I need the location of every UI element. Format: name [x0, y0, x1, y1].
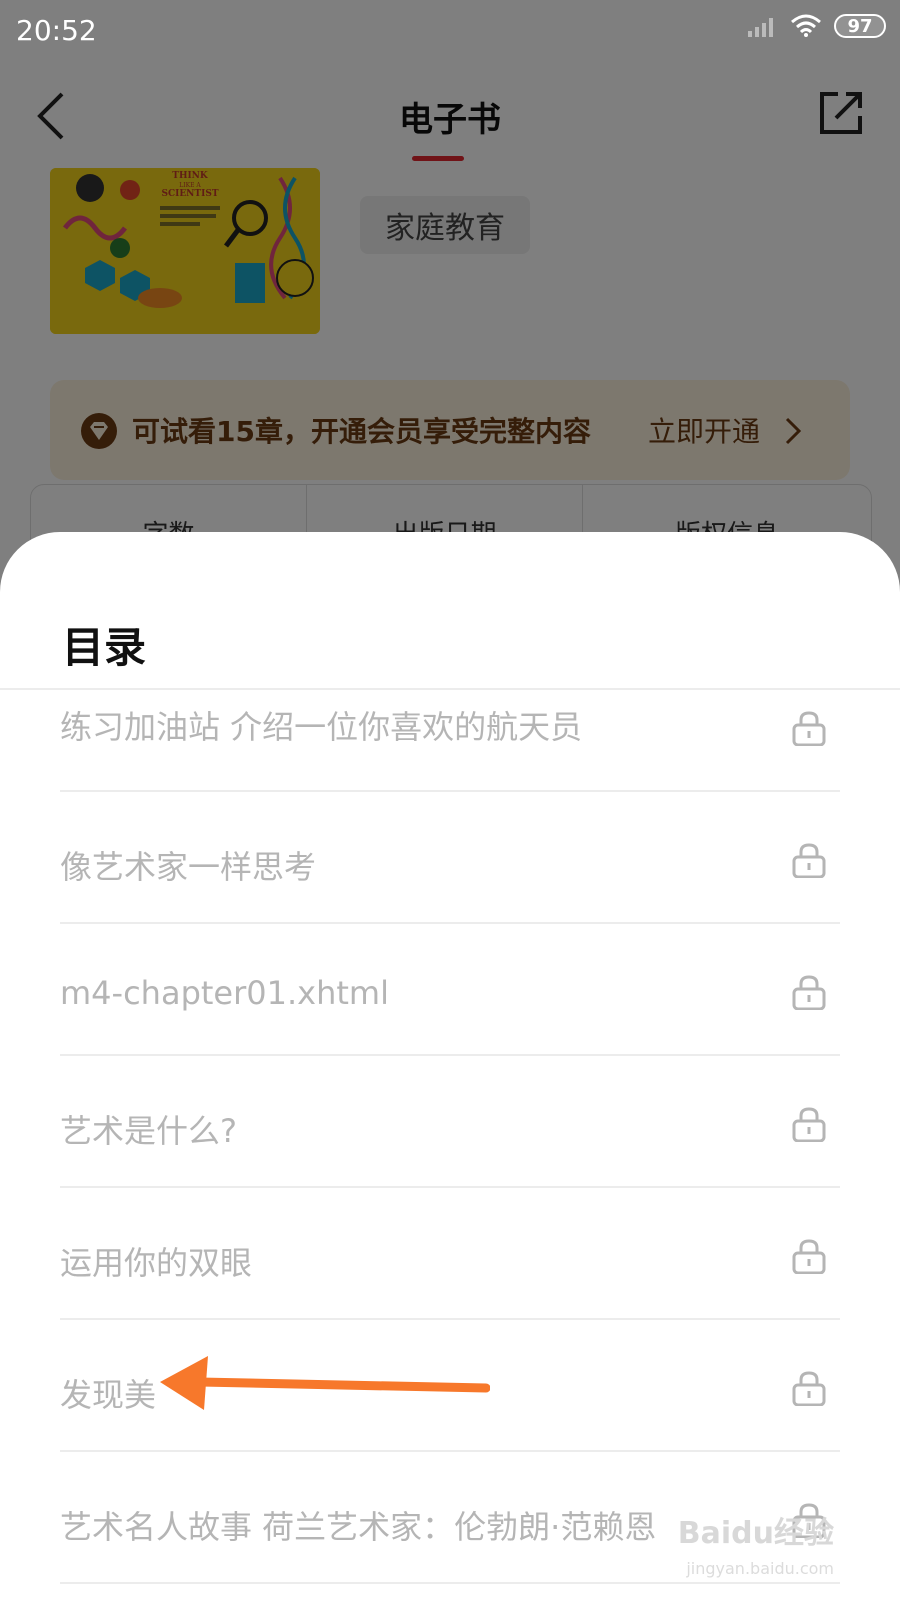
toc-item-label: 艺术是什么? [60, 1112, 237, 1150]
lock-icon [792, 1106, 826, 1143]
toc-sheet: 目录 练习加油站 介绍一位你喜欢的航天员 像艺术家一样思考 m4-chapter01… [0, 532, 900, 1600]
wifi-icon [791, 14, 821, 37]
watermark-logo: Baidu经验 [677, 1516, 834, 1551]
toc-item-label: 练习加油站 介绍一位你喜欢的航天员 [60, 708, 583, 746]
toc-item[interactable]: m4-chapter01.xhtml [60, 924, 840, 1056]
lock-icon [792, 974, 826, 1011]
lock-icon [792, 842, 826, 879]
toc-title: 目录 [62, 623, 147, 672]
cellular-signal-icon [748, 18, 773, 37]
status-icons: 97 [746, 14, 886, 38]
toc-item[interactable]: 运用你的双眼 [60, 1188, 840, 1320]
toc-item[interactable]: 艺术是什么? [60, 1056, 840, 1188]
annotation-arrow [160, 1356, 490, 1410]
lock-icon [792, 1238, 826, 1275]
toc-item-label: m4-chapter01.xhtml [60, 974, 389, 1012]
toc-item-label: 运用你的双眼 [60, 1244, 253, 1282]
toc-item[interactable]: 练习加油站 介绍一位你喜欢的航天员 [60, 690, 840, 792]
status-bar: 20:52 97 [0, 0, 900, 60]
lock-icon [792, 1370, 826, 1407]
toc-list: 练习加油站 介绍一位你喜欢的航天员 像艺术家一样思考 m4-chapter01.xh… [60, 690, 840, 1584]
toc-item[interactable]: 像艺术家一样思考 [60, 792, 840, 924]
toc-item-label: 发现美 [60, 1376, 157, 1414]
battery-indicator: 97 [834, 14, 886, 38]
status-time: 20:52 [16, 14, 97, 47]
toc-item-label: 艺术名人故事 荷兰艺术家：伦勃朗·范赖恩 [60, 1508, 657, 1546]
toc-item-label: 像艺术家一样思考 [60, 848, 317, 886]
watermark-url: jingyan.baidu.com [686, 1559, 834, 1578]
lock-icon [792, 710, 826, 747]
